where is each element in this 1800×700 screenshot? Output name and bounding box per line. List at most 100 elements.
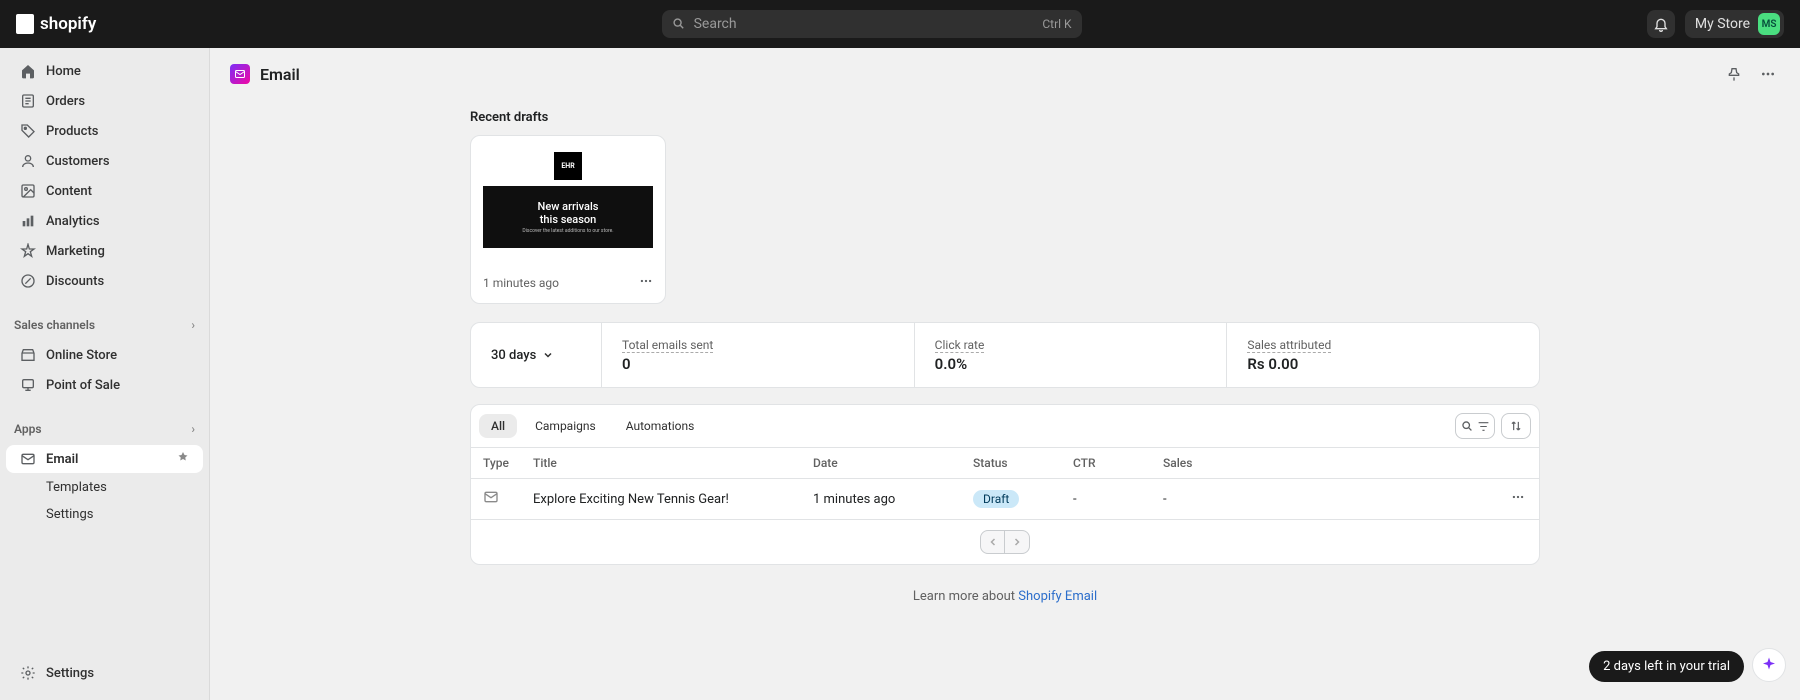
tab-automations[interactable]: Automations [614, 414, 707, 438]
stat-value: 0.0% [935, 355, 1207, 373]
marketing-icon [20, 243, 36, 259]
store-menu[interactable]: My Store MS [1685, 10, 1784, 38]
row-title: Explore Exciting New Tennis Gear! [521, 479, 801, 520]
bell-icon [1653, 16, 1669, 32]
row-sales: - [1151, 479, 1499, 520]
draft-preview: EHR New arrivals this season Discover th… [483, 148, 653, 260]
stat-click-rate: Click rate 0.0% [914, 323, 1227, 387]
row-more-button[interactable] [1499, 479, 1539, 520]
avatar: MS [1758, 13, 1780, 35]
draft-timestamp: 1 minutes ago [483, 276, 559, 290]
chevron-right-icon [1011, 536, 1023, 548]
recent-drafts-heading: Recent drafts [470, 110, 1540, 125]
row-date: 1 minutes ago [801, 479, 961, 520]
chevron-right-icon: › [191, 422, 195, 436]
pager-next-button[interactable] [1005, 530, 1030, 554]
shopify-bag-icon [16, 14, 34, 34]
learn-more-prefix: Learn more about [913, 589, 1018, 604]
top-bar: shopify Search Ctrl K My Store MS [0, 0, 1800, 48]
search-wrap: Search Ctrl K [96, 10, 1647, 38]
discounts-icon [20, 273, 36, 289]
pin-page-button[interactable] [1722, 62, 1746, 86]
table-row[interactable]: Explore Exciting New Tennis Gear! 1 minu… [471, 479, 1539, 520]
stat-label: Sales attributed [1247, 338, 1331, 353]
sidebar-item-analytics[interactable]: Analytics [6, 207, 203, 235]
sidebar-item-orders[interactable]: Orders [6, 87, 203, 115]
sidebar-item-point-of-sale[interactable]: Point of Sale [6, 371, 203, 399]
status-badge: Draft [973, 490, 1019, 508]
email-app-icon [20, 451, 36, 467]
tab-all[interactable]: All [479, 414, 517, 438]
pos-icon [20, 377, 36, 393]
ai-assist-fab[interactable] [1752, 648, 1786, 682]
products-icon [20, 123, 36, 139]
sidebar: Home Orders Products Customers Content A… [0, 48, 210, 700]
learn-more-text: Learn more about Shopify Email [470, 589, 1540, 604]
stat-total-emails: Total emails sent 0 [601, 323, 914, 387]
sort-button[interactable] [1501, 413, 1531, 439]
sidebar-item-label: Home [46, 64, 81, 79]
sidebar-item-label: Orders [46, 94, 85, 109]
search-shortcut: Ctrl K [1042, 17, 1071, 31]
hero-block: New arrivals this season Discover the la… [483, 186, 653, 248]
sidebar-item-email[interactable]: Email [6, 445, 203, 473]
shopify-logo[interactable]: shopify [16, 14, 96, 34]
sidebar-subitem-templates[interactable]: Templates [6, 474, 203, 501]
col-date: Date [801, 448, 961, 479]
sidebar-item-products[interactable]: Products [6, 117, 203, 145]
emails-table: Type Title Date Status CTR Sales E [471, 447, 1539, 519]
sparkle-icon [1760, 656, 1778, 674]
pin-icon[interactable] [177, 451, 189, 467]
col-type: Type [471, 448, 521, 479]
more-icon [1511, 490, 1525, 504]
section-label: Apps [14, 422, 42, 436]
sidebar-section-sales-channels[interactable]: Sales channels › [0, 310, 209, 340]
home-icon [20, 63, 36, 79]
stat-value: Rs 0.00 [1247, 355, 1519, 373]
sidebar-subitem-settings[interactable]: Settings [6, 501, 203, 528]
chevron-left-icon [987, 536, 999, 548]
sidebar-item-customers[interactable]: Customers [6, 147, 203, 175]
search-input[interactable]: Search Ctrl K [662, 10, 1082, 38]
sidebar-section-apps[interactable]: Apps › [0, 414, 209, 444]
stat-label: Total emails sent [622, 338, 713, 353]
logo-text: shopify [40, 14, 96, 34]
col-ctr: CTR [1061, 448, 1151, 479]
stats-card: 30 days Total emails sent 0 Click rate 0… [470, 322, 1540, 388]
trial-countdown-pill[interactable]: 2 days left in your trial [1589, 651, 1744, 682]
main-content: Email Recent drafts EHR New arrivals thi… [210, 48, 1800, 634]
notifications-button[interactable] [1647, 10, 1675, 38]
sidebar-item-label: Settings [46, 666, 94, 681]
sidebar-item-content[interactable]: Content [6, 177, 203, 205]
col-title: Title [521, 448, 801, 479]
sidebar-item-label: Point of Sale [46, 378, 120, 393]
date-range-button[interactable]: 30 days [491, 348, 554, 363]
gear-icon [20, 665, 36, 681]
sidebar-item-label: Customers [46, 154, 110, 169]
search-filter-button[interactable] [1455, 413, 1495, 439]
sidebar-item-settings[interactable]: Settings [6, 659, 203, 687]
pagination [471, 519, 1539, 564]
tab-campaigns[interactable]: Campaigns [523, 414, 608, 438]
more-actions-button[interactable] [1756, 62, 1780, 86]
sidebar-item-discounts[interactable]: Discounts [6, 267, 203, 295]
draft-card[interactable]: EHR New arrivals this season Discover th… [470, 135, 666, 304]
filter-icon [1477, 420, 1490, 433]
col-status: Status [961, 448, 1061, 479]
analytics-icon [20, 213, 36, 229]
chevron-down-icon [542, 349, 554, 361]
sidebar-item-label: Content [46, 184, 92, 199]
sidebar-item-marketing[interactable]: Marketing [6, 237, 203, 265]
learn-more-link[interactable]: Shopify Email [1018, 589, 1097, 604]
draft-more-button[interactable] [639, 274, 653, 291]
sidebar-item-home[interactable]: Home [6, 57, 203, 85]
sidebar-item-online-store[interactable]: Online Store [6, 341, 203, 369]
sidebar-item-label: Products [46, 124, 98, 139]
search-icon [1461, 420, 1474, 433]
sidebar-item-label: Email [46, 452, 78, 467]
email-app-badge-icon [230, 64, 250, 84]
mail-icon [483, 489, 499, 505]
brand-block: EHR [554, 152, 582, 180]
pager-prev-button[interactable] [980, 530, 1005, 554]
preview-title-1: New arrivals [538, 200, 599, 213]
